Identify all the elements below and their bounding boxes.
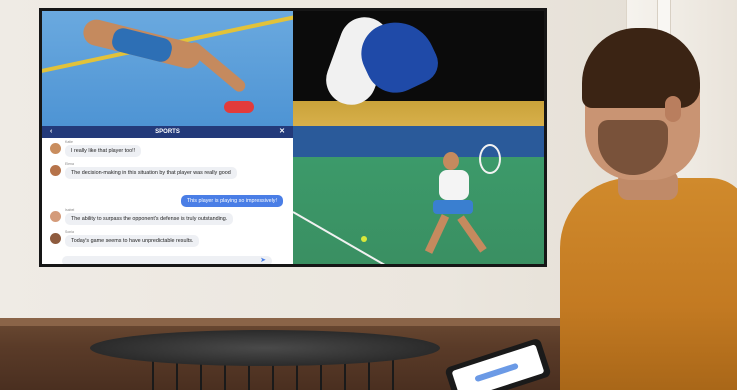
chat-message: Sonia Today's game seems to have unpredi… xyxy=(50,230,200,247)
player-leg xyxy=(424,214,450,254)
chat-header: ‹ SPORTS ✕ xyxy=(42,126,293,138)
message-text: Today's game seems to have unpredictable… xyxy=(65,235,200,247)
jumper-leg xyxy=(186,39,248,95)
high-jump-video[interactable] xyxy=(42,11,293,126)
send-icon[interactable]: ➤ xyxy=(260,256,266,264)
tennis-video[interactable] xyxy=(293,126,544,264)
sender-name: Elena xyxy=(65,162,74,166)
message-text: The decision-making in this situation by… xyxy=(65,167,237,179)
avatar xyxy=(50,143,61,154)
message-text: The ability to surpass the opponent's de… xyxy=(65,213,234,225)
chat-input[interactable]: ➤ xyxy=(62,256,272,264)
tv-screen: ‹ SPORTS ✕ Katie I really like that play… xyxy=(39,8,547,267)
sender-name: Katie xyxy=(65,140,73,144)
avatar xyxy=(50,165,61,176)
chat-message: Katie I really like that player too!! xyxy=(50,140,142,157)
person-ear xyxy=(665,96,681,122)
racket xyxy=(479,144,501,174)
player-shorts xyxy=(433,200,473,214)
jumper-shoe xyxy=(224,101,254,113)
chat-message: Elena The decision-making in this situat… xyxy=(50,162,237,179)
player-leg xyxy=(457,215,487,253)
chat-title: SPORTS xyxy=(155,129,180,135)
court-line xyxy=(293,211,544,264)
message-text: I really like that player too!! xyxy=(65,145,142,157)
chat-panel: ‹ SPORTS ✕ Katie I really like that play… xyxy=(42,126,293,264)
avatar xyxy=(50,211,61,222)
close-icon[interactable]: ✕ xyxy=(279,126,285,138)
living-room-scene: ‹ SPORTS ✕ Katie I really like that play… xyxy=(0,0,737,390)
chevron-left-icon[interactable]: ‹ xyxy=(50,126,52,138)
person-sweater xyxy=(560,178,737,390)
sender-name: Sonia xyxy=(65,230,74,234)
player-head xyxy=(443,152,459,170)
tennis-ball xyxy=(361,236,367,242)
chat-message: Isabel The ability to surpass the oppone… xyxy=(50,208,234,225)
tablet-ui-bar xyxy=(474,362,519,383)
jumper-kit xyxy=(109,26,175,64)
player-shirt xyxy=(439,170,469,200)
judo-mat xyxy=(293,101,544,126)
sender-name: Isabel xyxy=(65,208,75,212)
judo-video[interactable] xyxy=(293,11,544,126)
outgoing-message: This player is playing so impressively! xyxy=(180,195,283,207)
coffee-table xyxy=(90,330,440,366)
avatar xyxy=(50,233,61,244)
